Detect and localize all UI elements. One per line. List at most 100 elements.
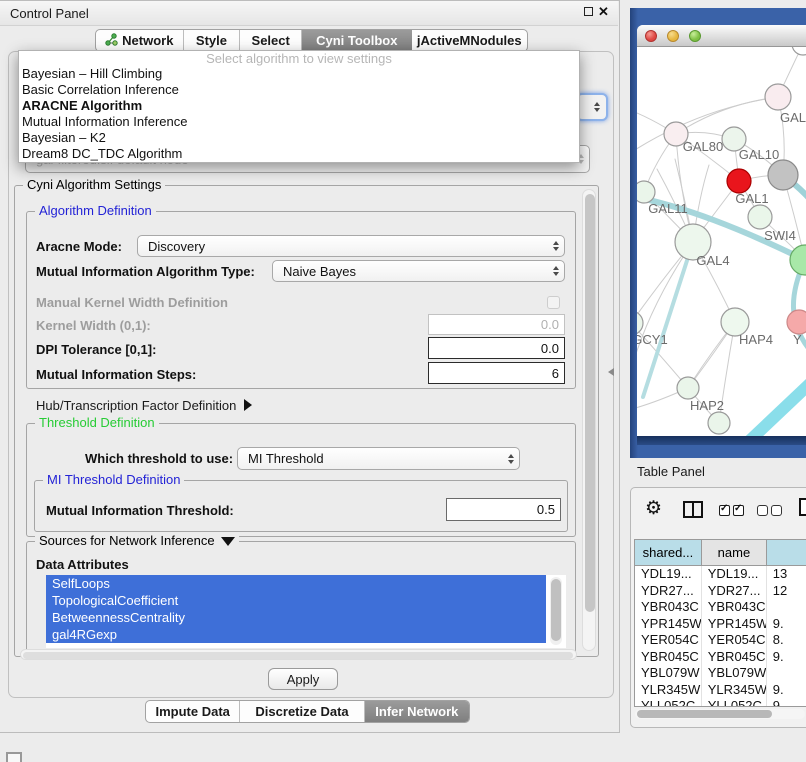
data-attribute-item[interactable]: TopologicalCoefficient [46, 592, 546, 609]
which-threshold-combo[interactable]: MI Threshold [237, 447, 520, 470]
network-node-swi4[interactable] [748, 205, 772, 229]
apply-button-label: Apply [287, 672, 320, 687]
sources-title-wrap[interactable]: Sources for Network Inference [35, 533, 239, 549]
tab-network[interactable]: Network [96, 30, 184, 51]
aracne-mode-value: Discovery [148, 239, 548, 254]
table-row[interactable]: YER054CYER054C8. [635, 632, 806, 649]
split-collapse-arrow-icon[interactable] [608, 368, 614, 376]
bottom-tab-impute-data[interactable]: Impute Data [146, 701, 240, 722]
table-cell: 13 [767, 566, 806, 583]
table-cell: YDR27... [635, 583, 702, 600]
table-cell: YLR345W [702, 682, 767, 699]
network-node[interactable] [792, 47, 806, 55]
algorithm-option[interactable]: Bayesian – Hill Climbing [19, 66, 579, 82]
mini-window-icon[interactable] [6, 752, 22, 762]
table-row[interactable]: YLR345WYLR345W9. [635, 682, 806, 699]
column-layout-icon[interactable] [683, 501, 703, 518]
network-node-gal1[interactable] [727, 169, 751, 193]
algorithm-option[interactable]: ARACNE Algorithm [19, 98, 579, 114]
algorithm-definition-title: Algorithm Definition [35, 203, 156, 219]
algorithm-option[interactable]: Dream8 DC_TDC Algorithm [19, 146, 579, 162]
mi-steps-field[interactable]: 6 [428, 362, 565, 384]
table-row[interactable]: YDL19...YDL19...13 [635, 566, 806, 583]
table-cell: YPR145W [702, 616, 767, 633]
table-cell: YBR045C [702, 649, 767, 666]
network-node[interactable] [708, 412, 730, 434]
table-row[interactable]: YDR27...YDR27...12 [635, 583, 806, 600]
dpi-tolerance-label: DPI Tolerance [0,1]: [36, 342, 156, 357]
settings-vertical-scrollbar[interactable] [582, 189, 596, 651]
table-column-header[interactable]: shared... [635, 540, 702, 566]
table-panel-title: Table Panel [637, 464, 705, 479]
data-attributes-list: SelfLoopsTopologicalCoefficientBetweenne… [46, 575, 546, 643]
table-cell: 9. [767, 698, 806, 707]
table-cell: YDL19... [702, 566, 767, 583]
table-row[interactable]: YBR043CYBR043C [635, 599, 806, 616]
manual-kernel-checkbox[interactable] [547, 296, 560, 309]
network-canvas[interactable]: GAL7GAL80GAL10GAL1GAL11SWI4GAL4GCY1HAP4Y… [637, 47, 806, 440]
table-cell: 9. [767, 616, 806, 633]
table-column-header[interactable] [767, 540, 806, 566]
network-node-label: Y [793, 332, 802, 347]
aracne-mode-combo[interactable]: Discovery [137, 235, 565, 257]
bottom-tab-infer-network[interactable]: Infer Network [365, 701, 469, 722]
float-window-icon[interactable] [584, 7, 593, 16]
table-horizontal-scrollbar[interactable] [635, 709, 805, 719]
table-cell: YBR043C [702, 599, 767, 616]
network-node-gal11[interactable] [637, 181, 655, 203]
close-traffic-light[interactable] [645, 30, 657, 42]
data-attribute-item[interactable]: gal4RGexp [46, 626, 546, 643]
network-node[interactable] [790, 245, 806, 275]
tab-label: Network [122, 33, 173, 48]
apply-button[interactable]: Apply [268, 668, 338, 690]
table-cell: YBR045C [635, 649, 702, 666]
table-row[interactable]: YBL079WYBL079W [635, 665, 806, 682]
algorithm-dropdown-placeholder: Select algorithm to view settings [19, 51, 579, 66]
algorithm-option[interactable]: Bayesian – K2 [19, 130, 579, 146]
mi-threshold-title: MI Threshold Definition [43, 472, 184, 488]
control-panel-tabs: Network Style Select Cyni ToolboxjActiveMNo… [95, 29, 528, 52]
algorithm-option[interactable]: Basic Correlation Inference [19, 82, 579, 98]
tab-jactivemnodules[interactable]: jActiveMNodules [412, 30, 527, 51]
hub-definition-expander[interactable]: Hub/Transcription Factor Definition [36, 396, 252, 414]
table-row[interactable]: YLL052CYLL052C9. [635, 698, 806, 707]
minimize-traffic-light[interactable] [667, 30, 679, 42]
network-node-label: SWI4 [764, 228, 796, 243]
table-column-header[interactable]: name [702, 540, 767, 566]
network-node-gal7[interactable] [765, 84, 791, 110]
gear-icon[interactable]: ⚙ [645, 497, 662, 520]
network-window-bottom-edge [637, 436, 806, 445]
network-edge [643, 242, 693, 397]
settings-horizontal-scrollbar[interactable] [20, 649, 577, 660]
mi-threshold-field[interactable]: 0.5 [446, 498, 561, 521]
deselect-all-columns-icon[interactable] [757, 505, 782, 516]
network-node[interactable] [768, 160, 798, 190]
network-window-titlebar[interactable] [637, 25, 806, 47]
tab-cyni-toolbox[interactable]: Cyni Toolbox [302, 30, 411, 51]
kernel-width-field[interactable]: 0.0 [428, 314, 565, 335]
table-row[interactable]: YBR045CYBR045C9. [635, 649, 806, 666]
mi-type-combo[interactable]: Naive Bayes [272, 260, 565, 282]
inference-algorithm-combo-fragment[interactable] [576, 93, 608, 121]
select-all-columns-icon[interactable] [719, 505, 744, 516]
zoom-traffic-light[interactable] [689, 30, 701, 42]
close-icon[interactable]: ✕ [598, 4, 609, 20]
network-window: GAL7GAL80GAL10GAL1GAL11SWI4GAL4GCY1HAP4Y… [637, 25, 806, 445]
table-cell: YBR043C [635, 599, 702, 616]
table-cell: YLL052C [635, 698, 702, 707]
tab-label: Select [252, 33, 290, 48]
bottom-tab-discretize-data[interactable]: Discretize Data [240, 701, 364, 722]
tab-style[interactable]: Style [184, 30, 241, 51]
tab-select[interactable]: Select [240, 30, 302, 51]
dpi-tolerance-field[interactable]: 0.0 [428, 337, 565, 359]
data-attribute-item[interactable]: SelfLoops [46, 575, 546, 592]
new-table-icon[interactable] [799, 498, 806, 516]
which-threshold-value: MI Threshold [248, 451, 503, 466]
table-cell: YBL079W [702, 665, 767, 682]
algorithm-option[interactable]: Mutual Information Inference [19, 114, 579, 130]
data-attribute-item[interactable]: BetweennessCentrality [46, 609, 546, 626]
network-node-hap2[interactable] [677, 377, 699, 399]
attributes-vertical-scrollbar[interactable] [550, 577, 562, 645]
network-node-y[interactable] [787, 310, 806, 334]
table-row[interactable]: YPR145WYPR145W9. [635, 616, 806, 633]
